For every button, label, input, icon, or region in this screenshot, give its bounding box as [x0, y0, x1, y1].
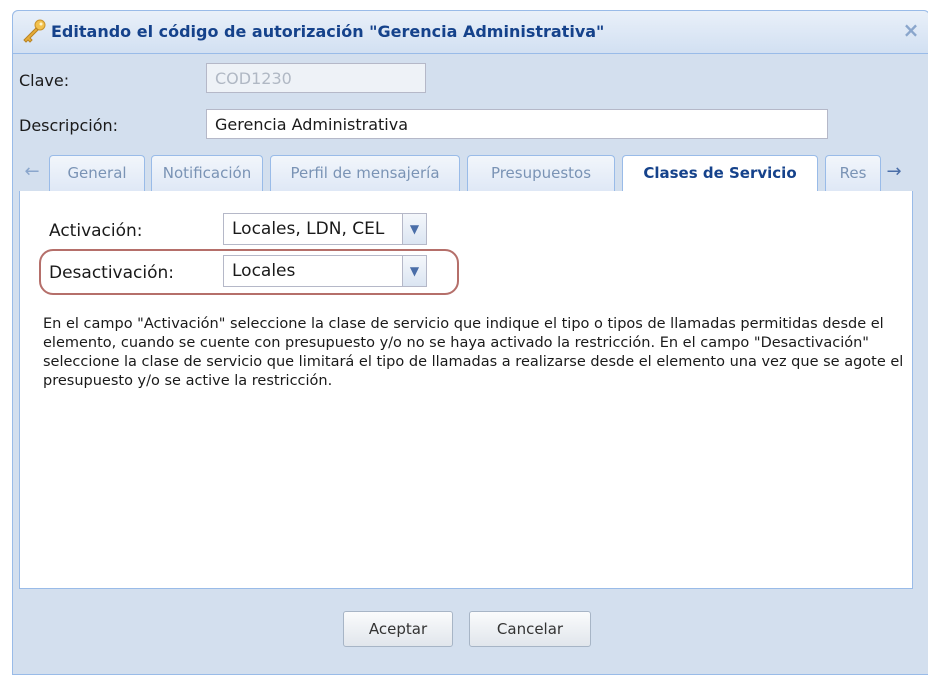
- accept-button[interactable]: Aceptar: [343, 611, 453, 647]
- tab-res[interactable]: Res: [825, 155, 881, 191]
- clave-label: Clave:: [19, 71, 70, 90]
- descripcion-label: Descripción:: [19, 116, 119, 135]
- dialog-titlebar[interactable]: Editando el código de autorización "Gere…: [13, 11, 928, 54]
- tab-strip: ← General Notificación Perfil de mensaje…: [19, 149, 913, 192]
- help-text: En el campo "Activación" seleccione la c…: [43, 316, 904, 389]
- tab-scroll-right-icon[interactable]: →: [883, 157, 905, 187]
- dialog-title: Editando el código de autorización "Gere…: [51, 22, 605, 41]
- close-icon[interactable]: ×: [901, 20, 921, 40]
- activacion-select[interactable]: Locales, LDN, CEL ▼: [223, 213, 427, 245]
- tab-clases-servicio[interactable]: Clases de Servicio: [622, 155, 818, 192]
- desactivacion-label: Desactivación:: [49, 263, 175, 283]
- tab-general[interactable]: General: [49, 155, 145, 191]
- descripcion-field[interactable]: [206, 109, 828, 139]
- key-icon: [23, 19, 46, 43]
- tab-notificacion[interactable]: Notificación: [151, 155, 263, 191]
- desactivacion-value: Locales: [232, 261, 296, 281]
- tab-scroll-left-icon[interactable]: ←: [21, 157, 43, 187]
- tab-perfil-mensajeria[interactable]: Perfil de mensajería: [270, 155, 460, 191]
- clave-field[interactable]: [206, 63, 426, 93]
- cancel-button[interactable]: Cancelar: [469, 611, 591, 647]
- activacion-value: Locales, LDN, CEL: [232, 219, 385, 239]
- chevron-down-icon[interactable]: ▼: [402, 214, 426, 244]
- desactivacion-select[interactable]: Locales ▼: [223, 255, 427, 287]
- activacion-label: Activación:: [49, 221, 143, 241]
- dialog-window: Editando el código de autorización "Gere…: [12, 10, 928, 675]
- chevron-down-icon[interactable]: ▼: [402, 256, 426, 286]
- tab-presupuestos[interactable]: Presupuestos: [467, 155, 615, 191]
